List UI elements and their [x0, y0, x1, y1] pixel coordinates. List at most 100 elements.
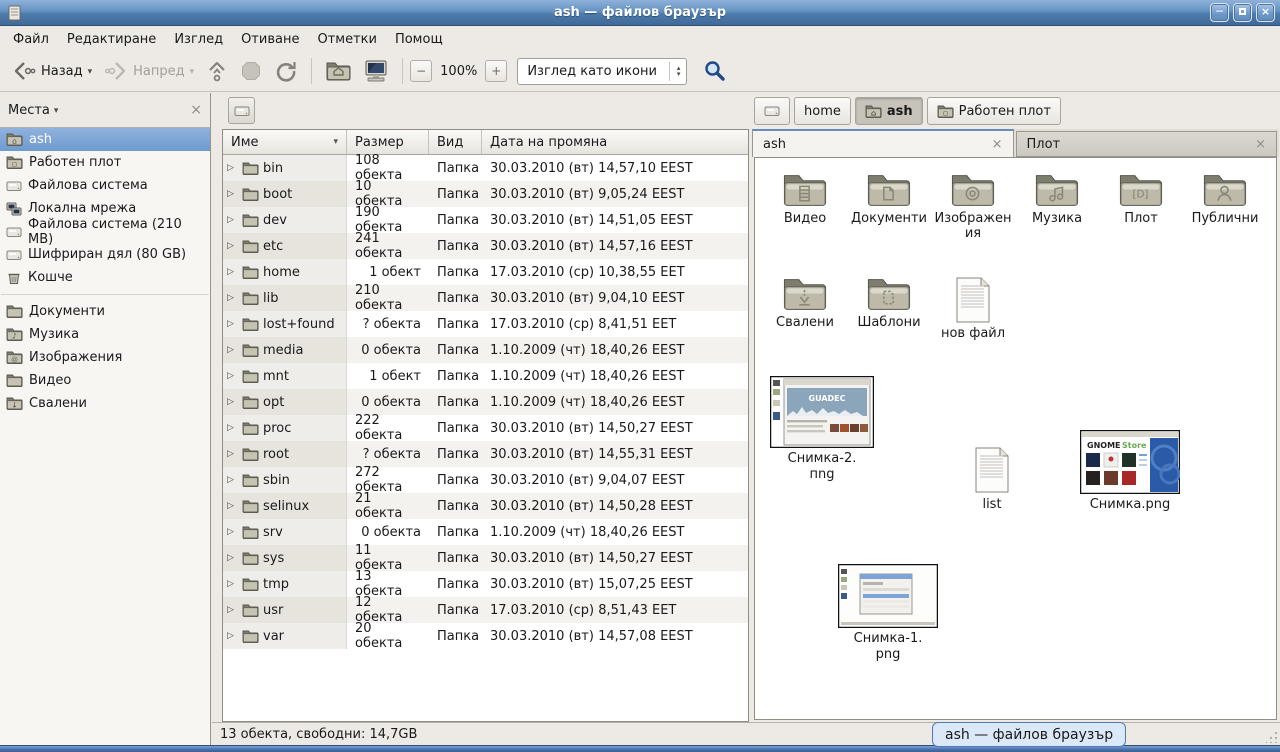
expander-icon[interactable]: ▷ [227, 423, 238, 433]
menu-item[interactable]: Редактиране [58, 29, 165, 50]
resize-grip[interactable] [1266, 731, 1278, 743]
icon-view-item[interactable]: GUADECСнимка-2. пng [767, 376, 877, 482]
up-button[interactable] [200, 55, 234, 87]
search-button[interactable] [697, 55, 733, 87]
sidebar-item[interactable]: ▫Работен плот [0, 151, 210, 174]
back-dropdown-icon[interactable]: ▾ [88, 65, 93, 77]
maximize-button[interactable] [1233, 3, 1252, 22]
table-row[interactable]: ▷media0 обектаПапка1.10.2009 (чт) 18,40,… [223, 337, 748, 363]
expander-icon[interactable]: ▷ [227, 371, 238, 381]
expander-icon[interactable]: ▷ [227, 605, 238, 615]
table-row[interactable]: ▷tmp13 обектаПапка30.03.2010 (вт) 15,07,… [223, 571, 748, 597]
path-button[interactable]: home [794, 97, 851, 125]
stop-button[interactable] [234, 56, 268, 86]
sidebar-item[interactable]: ↓Свалени [0, 392, 210, 415]
table-row[interactable]: ▷etc241 обектаПапка30.03.2010 (вт) 14,57… [223, 233, 748, 259]
table-row[interactable]: ▷root? обектаПапка30.03.2010 (вт) 14,55,… [223, 441, 748, 467]
table-row[interactable]: ▷sbin272 обектаПапка30.03.2010 (вт) 9,04… [223, 467, 748, 493]
tab-ash[interactable]: ash× [752, 129, 1014, 157]
back-button[interactable]: Назад ▾ [6, 56, 98, 86]
expander-icon[interactable]: ▷ [227, 579, 238, 589]
expander-icon[interactable]: ▷ [227, 449, 238, 459]
minimize-button[interactable]: ─ [1210, 3, 1229, 22]
sidebar-item[interactable]: Кошче [0, 266, 210, 289]
sidebar-item[interactable]: Шифриран дял (80 GB) [0, 243, 210, 266]
expander-icon[interactable]: ▷ [227, 475, 238, 485]
close-button[interactable]: × [1256, 3, 1275, 22]
table-row[interactable]: ▷opt0 обектаПапка1.10.2009 (чт) 18,40,26… [223, 389, 748, 415]
table-row[interactable]: ▷mnt1 обектПапка1.10.2009 (чт) 18,40,26 … [223, 363, 748, 389]
table-row[interactable]: ▷sys11 обектаПапка30.03.2010 (вт) 14,50,… [223, 545, 748, 571]
table-row[interactable]: ▷var20 обектаПапка30.03.2010 (вт) 14,57,… [223, 623, 748, 649]
sidebar-close-icon[interactable]: × [190, 102, 202, 118]
icon-view-item[interactable]: Шаблони [847, 276, 931, 331]
expander-icon[interactable]: ▷ [227, 631, 238, 641]
tab-Плот[interactable]: Плот× [1016, 131, 1278, 157]
sidebar-mode-button[interactable]: Места ▾ [8, 103, 58, 118]
sidebar-item[interactable]: Файлова система (210 MB) [0, 220, 210, 243]
table-row[interactable]: ▷bin108 обектаПапка30.03.2010 (вт) 14,57… [223, 155, 748, 181]
expander-icon[interactable]: ▷ [227, 553, 238, 563]
root-location-button[interactable] [228, 97, 255, 124]
expander-icon[interactable]: ▷ [227, 319, 238, 329]
icon-view-item[interactable]: Изображен ия [931, 172, 1015, 242]
icon-view-item[interactable]: [D]Плот [1099, 172, 1183, 227]
column-header-name[interactable]: Име▾ [223, 130, 347, 154]
expander-icon[interactable]: ▷ [227, 163, 238, 173]
menu-item[interactable]: Помощ [386, 29, 452, 50]
path-button[interactable]: ▫Работен плот [927, 97, 1061, 125]
expander-icon[interactable]: ▷ [227, 397, 238, 407]
expander-icon[interactable]: ▷ [227, 189, 238, 199]
view-mode-select[interactable]: Изглед като икони ▴▾ [517, 58, 687, 85]
icon-view-item[interactable]: Музика [1015, 172, 1099, 227]
table-row[interactable]: ▷proc222 обектаПапка30.03.2010 (вт) 14,5… [223, 415, 748, 441]
icon-view-item[interactable]: Свалени [763, 276, 847, 331]
expander-icon[interactable]: ▷ [227, 215, 238, 225]
expander-icon[interactable]: ▷ [227, 267, 238, 277]
sidebar-item[interactable]: Файлова система [0, 174, 210, 197]
column-header-size[interactable]: Размер [347, 130, 429, 154]
sidebar-item[interactable]: Видео [0, 369, 210, 392]
icon-view-item[interactable]: Публични [1183, 172, 1267, 227]
menu-item[interactable]: Файл [4, 29, 58, 50]
icon-view-item[interactable]: нов файл [931, 276, 1015, 342]
icon-view-item[interactable]: Видео [763, 172, 847, 227]
tab-close-icon[interactable]: × [1255, 137, 1266, 152]
menu-item[interactable]: Изглед [165, 29, 232, 50]
menu-item[interactable]: Отметки [308, 29, 385, 50]
table-row[interactable]: ▷boot10 обектаПапка30.03.2010 (вт) 9,05,… [223, 181, 748, 207]
reload-button[interactable] [268, 55, 304, 87]
forward-button[interactable]: Напред ▾ [98, 56, 200, 86]
sidebar-item[interactable]: Документи [0, 300, 210, 323]
expander-icon[interactable]: ▷ [227, 345, 238, 355]
table-row[interactable]: ▷lost+found? обектаПапка17.03.2010 (ср) … [223, 311, 748, 337]
menu-item[interactable]: Отиване [232, 29, 308, 50]
icon-view-item[interactable]: GNOMEStoreСнимка.png [1075, 430, 1185, 513]
table-row[interactable]: ▷dev190 обектаПапка30.03.2010 (вт) 14,51… [223, 207, 748, 233]
table-row[interactable]: ▷usr12 обектаПапка17.03.2010 (ср) 8,51,4… [223, 597, 748, 623]
computer-button[interactable] [357, 55, 395, 87]
home-button[interactable] [319, 56, 357, 86]
column-header-kind[interactable]: Вид [429, 130, 482, 154]
table-row[interactable]: ▷lib210 обектаПапка30.03.2010 (вт) 9,04,… [223, 285, 748, 311]
icon-view-item[interactable]: list [961, 446, 1023, 513]
expander-icon[interactable]: ▷ [227, 241, 238, 251]
expander-icon[interactable]: ▷ [227, 501, 238, 511]
text-file-icon [953, 276, 993, 324]
path-button[interactable] [754, 97, 790, 125]
icon-view-item[interactable]: Документи [847, 172, 931, 227]
table-row[interactable]: ▷srv0 обектаПапка1.10.2009 (чт) 18,40,26… [223, 519, 748, 545]
table-row[interactable]: ▷home1 обектПапка17.03.2010 (ср) 10,38,5… [223, 259, 748, 285]
icon-view-item[interactable]: Снимка-1. png [833, 564, 943, 662]
sidebar-item[interactable]: ◎Изображения [0, 346, 210, 369]
sidebar-item[interactable]: ⌂ash [0, 128, 210, 151]
zoom-out-button[interactable]: − [410, 60, 432, 82]
sidebar-item[interactable]: ♪Музика [0, 323, 210, 346]
table-row[interactable]: ▷selinux21 обектаПапка30.03.2010 (вт) 14… [223, 493, 748, 519]
column-header-date[interactable]: Дата на промяна [482, 130, 748, 154]
expander-icon[interactable]: ▷ [227, 527, 238, 537]
path-button[interactable]: ⌂ash [855, 97, 923, 125]
tab-close-icon[interactable]: × [992, 137, 1003, 152]
expander-icon[interactable]: ▷ [227, 293, 238, 303]
zoom-in-button[interactable]: + [485, 60, 507, 82]
